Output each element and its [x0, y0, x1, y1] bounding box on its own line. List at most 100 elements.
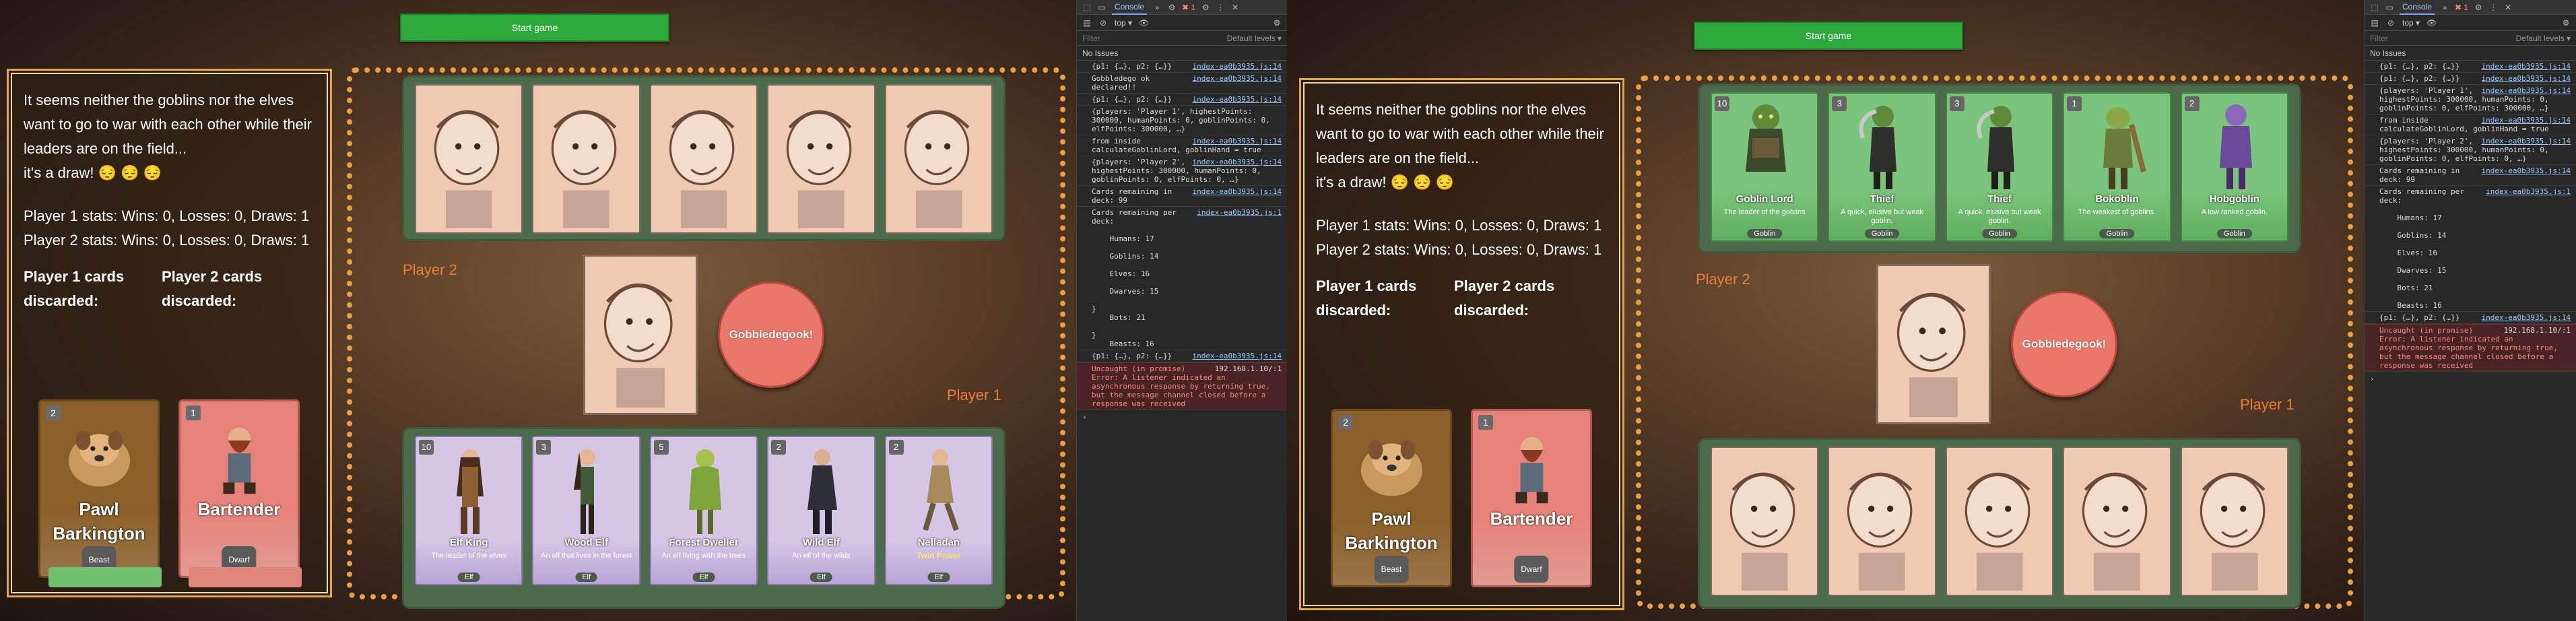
- live-expression-eye-icon[interactable]: 👁: [2426, 18, 2437, 28]
- inspect-icon[interactable]: ⬚: [1082, 3, 1092, 12]
- goblin-card[interactable]: 3 Thief A quick, elusive but weak goblin…: [1828, 92, 1936, 242]
- log-source-link[interactable]: index-ea0b3935.js:14: [1193, 62, 1282, 71]
- log-source-link[interactable]: index-ea0b3935.js:14: [2482, 313, 2571, 322]
- card-name: Bokoblin: [2095, 193, 2139, 205]
- sidebar-toggle-icon[interactable]: ▤: [2370, 18, 2379, 28]
- error-source-link[interactable]: 192.168.1.10/:1: [2504, 326, 2571, 335]
- start-game-button[interactable]: Start game: [400, 13, 669, 42]
- goblin-card[interactable]: 1 Bokoblin The weakest of goblins. Gobli…: [2063, 92, 2171, 242]
- draw-result: it's a draw! 😔 😔 😔: [1316, 174, 1454, 191]
- discarded-card-pawl-barkington[interactable]: 2 Pawl Barkington Beast: [1331, 409, 1452, 587]
- context-select[interactable]: top ▾: [1115, 18, 1132, 28]
- gobbledegook-button[interactable]: Gobbledegook!: [2011, 291, 2117, 397]
- settings-gear-icon[interactable]: ⚙: [1167, 3, 1177, 12]
- menu-kebab-icon[interactable]: ⋮: [1216, 3, 1225, 12]
- log-text: {p1: {…}, p2: {…}}: [1092, 95, 1173, 104]
- elf-card[interactable]: 5 Forest Dweller An elf living with the …: [649, 436, 758, 585]
- device-toolbar-icon[interactable]: ▭: [2385, 3, 2394, 12]
- player1-label: Player 1: [2240, 396, 2294, 413]
- more-tabs-icon[interactable]: »: [1152, 3, 1162, 12]
- card-name: Hobgoblin: [2209, 193, 2259, 205]
- console-log-line: index-ea0b3935.js:14 {players: 'Player 2'…: [1077, 156, 1287, 186]
- live-expression-eye-icon[interactable]: 👁: [1139, 18, 1149, 28]
- facedown-card[interactable]: [649, 84, 758, 234]
- console-settings-icon[interactable]: ⚙: [1272, 18, 1282, 28]
- facedown-card[interactable]: [1828, 447, 1936, 596]
- facedown-card[interactable]: [2063, 447, 2171, 596]
- card-type-tag: Dwarf: [1514, 556, 1549, 583]
- card-name: Pawl Barkington: [1345, 509, 1438, 553]
- facedown-card[interactable]: [1945, 447, 2054, 596]
- log-source-link[interactable]: index-ea0b3935.js:14: [2482, 74, 2571, 83]
- console-log-line: index-ea0b3935.js:14 {p1: {…}, p2: {…}}: [2365, 73, 2576, 85]
- discarded-card-bartender[interactable]: 1 Bartender Dwarf: [1471, 409, 1592, 587]
- start-game-button[interactable]: Start game: [1694, 22, 1963, 50]
- log-source-link[interactable]: index-ea0b3935.js:14: [2482, 116, 2571, 125]
- discarded-card-pawl-barkington[interactable]: 2 Pawl Barkington Beast: [38, 399, 160, 578]
- facedown-card[interactable]: [415, 84, 523, 234]
- console-settings-icon[interactable]: ⚙: [2561, 18, 2571, 28]
- settings-icon[interactable]: ⚙: [2474, 3, 2483, 12]
- log-source-link[interactable]: index-ea0b3935.js:14: [1193, 352, 1282, 360]
- error-source-link[interactable]: 192.168.1.10/:1: [1215, 364, 1282, 373]
- log-source-link[interactable]: index-ea0b3935.js:14: [2482, 166, 2571, 175]
- log-source-link[interactable]: index-ea0b3935.js:1: [1197, 208, 1282, 217]
- sidebar-toggle-icon[interactable]: ▤: [1082, 18, 1092, 28]
- draw-deck[interactable]: [583, 255, 698, 415]
- card-type-tag: Elf: [457, 573, 480, 582]
- issues-summary[interactable]: No Issues: [1077, 46, 1287, 61]
- gobbledegook-button[interactable]: Gobbledegook!: [718, 282, 824, 388]
- log-levels-select[interactable]: Default levels ▾: [1227, 34, 1282, 43]
- goblin-card[interactable]: 2 Hobgoblin A low ranked goblin. Goblin: [2180, 92, 2289, 242]
- elf-card[interactable]: 2 Nelladan Twin Power Elf: [884, 436, 993, 585]
- discarded-card-bartender[interactable]: 1 Bartender Dwarf: [178, 399, 300, 578]
- filter-input[interactable]: [1082, 33, 1177, 43]
- elf-card[interactable]: 10 Elf King The leader of the elves Elf: [415, 436, 523, 585]
- filter-input[interactable]: [2370, 33, 2464, 43]
- menu-kebab-icon[interactable]: ⋮: [2488, 3, 2498, 12]
- clear-console-icon[interactable]: ⊘: [1098, 18, 1108, 28]
- facedown-card[interactable]: [767, 84, 876, 234]
- goblin-card[interactable]: 10 Goblin Lord The leader of the goblins…: [1711, 92, 1819, 242]
- close-icon[interactable]: ✕: [1230, 3, 1240, 12]
- elf-card[interactable]: 3 Wood Elf An elf that lives in the fore…: [532, 436, 640, 585]
- log-source-link[interactable]: index-ea0b3935.js:14: [2482, 62, 2571, 71]
- console-log-line: index-ea0b3935.js:14 Cards remaining in d…: [1077, 186, 1287, 207]
- facedown-card[interactable]: [2180, 447, 2289, 596]
- error-count-badge[interactable]: ✖ 1: [2455, 3, 2468, 12]
- settings-icon[interactable]: ⚙: [1201, 3, 1210, 12]
- log-levels-select[interactable]: Default levels ▾: [2516, 34, 2571, 43]
- log-source-link[interactable]: index-ea0b3935.js:14: [1193, 158, 1282, 166]
- bokoblin-portrait: [2103, 107, 2147, 189]
- console-prompt[interactable]: ›: [2365, 372, 2576, 386]
- log-source-link[interactable]: index-ea0b3935.js:14: [2482, 137, 2571, 145]
- log-source-link[interactable]: index-ea0b3935.js:14: [1193, 187, 1282, 196]
- tab-console[interactable]: Console: [2400, 0, 2435, 15]
- log-source-link[interactable]: index-ea0b3935.js:1: [2486, 187, 2571, 196]
- facedown-card[interactable]: [884, 84, 993, 234]
- goblin-card[interactable]: 3 Thief A quick, elusive but weak goblin…: [1945, 92, 2054, 242]
- log-source-link[interactable]: index-ea0b3935.js:14: [1193, 95, 1282, 104]
- console-messages: index-ea0b3935.js:14 {p1: {…}, p2: {…}} in…: [1077, 61, 1287, 362]
- draw-message: It seems neither the goblins nor the elv…: [24, 92, 312, 157]
- facedown-card[interactable]: [1711, 447, 1819, 596]
- error-count-badge[interactable]: ✖ 1: [1182, 3, 1195, 12]
- tab-console[interactable]: Console: [1112, 0, 1148, 15]
- clear-console-icon[interactable]: ⊘: [2386, 18, 2396, 28]
- inspect-icon[interactable]: ⬚: [2370, 3, 2379, 12]
- log-source-link[interactable]: index-ea0b3935.js:14: [1193, 137, 1282, 145]
- log-source-link[interactable]: index-ea0b3935.js:14: [2482, 86, 2571, 95]
- draw-deck[interactable]: [1876, 264, 1991, 424]
- context-select[interactable]: top ▾: [2402, 18, 2420, 28]
- more-tabs-icon[interactable]: »: [2440, 3, 2449, 12]
- card-name: Pawl Barkington: [53, 499, 145, 544]
- issues-summary[interactable]: No Issues: [2365, 46, 2576, 61]
- log-source-link[interactable]: index-ea0b3935.js:14: [1193, 74, 1282, 83]
- card-cost: 2: [2184, 96, 2200, 111]
- nelladan-portrait: [922, 449, 959, 531]
- elf-card[interactable]: 2 Wild Elf An elf of the wilds Elf: [767, 436, 876, 585]
- close-icon[interactable]: ✕: [2503, 3, 2513, 12]
- facedown-card[interactable]: [532, 84, 640, 234]
- device-toolbar-icon[interactable]: ▭: [1097, 3, 1107, 12]
- console-prompt[interactable]: ›: [1077, 410, 1287, 424]
